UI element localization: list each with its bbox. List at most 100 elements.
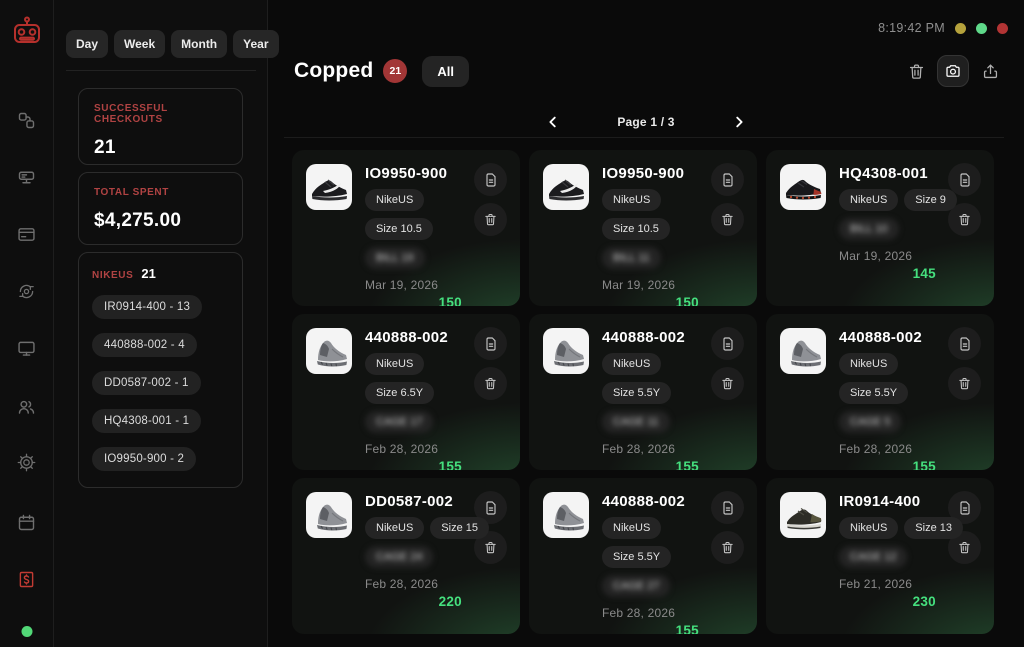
detail-tag: Size 13 (904, 517, 963, 539)
monitor-icon (16, 338, 37, 359)
order-details-button[interactable] (474, 163, 507, 196)
profile-tag: BILL 11 (602, 247, 661, 269)
screenshot-button[interactable] (937, 55, 969, 87)
product-sku: 440888-002 (839, 329, 942, 346)
profile-tag: CAGE 12 (839, 546, 907, 568)
profile-tag: CAGE 27 (602, 575, 670, 597)
sidebar-item-workflows[interactable] (10, 103, 44, 137)
tag-rows: NikeUS Size 5.5Y CAGE 27 (602, 517, 705, 597)
robot-logo-icon[interactable] (6, 12, 48, 54)
trash-icon (720, 212, 735, 227)
sidebar-item-calendar[interactable] (10, 505, 44, 539)
order-details-button[interactable] (948, 327, 981, 360)
checkout-price: 150 (365, 295, 468, 306)
pagination: Page 1 / 3 (268, 110, 1024, 134)
trash-icon (720, 540, 735, 555)
shoe-artwork (783, 495, 823, 535)
receipt-dollar-icon (16, 569, 37, 590)
tag-rows: NikeUSSize 10.5BILL 19 (365, 189, 468, 269)
delete-checkout-button[interactable] (474, 367, 507, 400)
product-image (780, 164, 826, 210)
product-sku: HQ4308-001 (839, 165, 942, 182)
checkout-date: Mar 19, 2026 (365, 278, 468, 292)
order-details-button[interactable] (711, 491, 744, 524)
shoe-artwork (309, 495, 349, 535)
document-icon (957, 172, 973, 188)
card-actions (474, 163, 507, 236)
profile-tag: CAGE 17 (365, 411, 433, 433)
status-dot-red (997, 23, 1008, 34)
card-body: HQ4308-001 NikeUSSize 9BILL 10 Mar 19, 2… (839, 165, 942, 281)
tag-row: CAGE 12 (839, 546, 942, 568)
order-details-button[interactable] (474, 327, 507, 360)
export-button[interactable] (974, 55, 1006, 87)
server-icon (16, 167, 37, 188)
sidebar-item-proxies[interactable] (10, 160, 44, 194)
range-button-week[interactable]: Week (114, 30, 165, 58)
tag-row: Size 5.5Y (602, 546, 705, 568)
card-actions (474, 327, 507, 400)
status-dot-yellow (955, 23, 966, 34)
sku-count-pill[interactable]: IO9950-900 - 2 (92, 447, 196, 471)
order-details-button[interactable] (711, 327, 744, 360)
tag-row: NikeUS (602, 353, 705, 375)
checkout-card: IO9950-900 NikeUSSize 10.5BILL 19 Mar 19… (292, 150, 520, 306)
sidebar-item-checkouts[interactable] (10, 562, 44, 596)
checkout-price: 220 (365, 594, 468, 609)
range-row: DayWeekMonthYear (66, 30, 279, 58)
delete-checkout-button[interactable] (948, 367, 981, 400)
range-button-year[interactable]: Year (233, 30, 278, 58)
sku-count-pill[interactable]: DD0587-002 - 1 (92, 371, 201, 395)
checkout-card: 440888-002 NikeUSSize 6.5YCAGE 17 Feb 28… (292, 314, 520, 470)
sidebar-item-accounts[interactable] (10, 389, 44, 423)
sidebar-item-automation[interactable] (10, 274, 44, 308)
detail-tag: Size 10.5 (602, 218, 670, 240)
tag-row: NikeUS (365, 189, 468, 211)
document-icon (720, 172, 736, 188)
product-image (543, 492, 589, 538)
delete-checkout-button[interactable] (711, 531, 744, 564)
checkout-card: DD0587-002 NikeUSSize 15CAGE 24 Feb 28, … (292, 478, 520, 634)
calendar-icon (16, 512, 37, 533)
next-page-button[interactable] (727, 110, 751, 134)
range-button-month[interactable]: Month (171, 30, 227, 58)
detail-tag: NikeUS (839, 189, 898, 211)
product-image (306, 492, 352, 538)
document-icon (720, 500, 736, 516)
checkout-date: Feb 28, 2026 (365, 577, 468, 591)
filter-all-button[interactable]: All (422, 56, 469, 87)
checkout-card: IO9950-900 NikeUSSize 10.5BILL 11 Mar 19… (529, 150, 757, 306)
upload-icon (981, 62, 1000, 81)
delete-checkout-button[interactable] (711, 367, 744, 400)
sidebar-item-billing[interactable] (10, 217, 44, 251)
checkout-card: HQ4308-001 NikeUSSize 9BILL 10 Mar 19, 2… (766, 150, 994, 306)
delete-checkout-button[interactable] (711, 203, 744, 236)
product-image (780, 328, 826, 374)
sku-count-pill[interactable]: 440888-002 - 4 (92, 333, 197, 357)
range-button-day[interactable]: Day (66, 30, 108, 58)
panel-divider (66, 70, 256, 71)
page-indicator: Page 1 / 3 (617, 115, 674, 129)
order-details-button[interactable] (711, 163, 744, 196)
detail-tag: NikeUS (365, 517, 424, 539)
tag-rows: NikeUS Size 10.5 BILL 11 (602, 189, 705, 269)
card-actions (711, 327, 744, 400)
detail-tag: NikeUS (602, 517, 661, 539)
tag-row: NikeUSSize 13 (839, 517, 942, 539)
shoe-artwork (783, 331, 823, 371)
tag-row: BILL 11 (602, 247, 705, 269)
sku-count-pill[interactable]: HQ4308-001 - 1 (92, 409, 201, 433)
card-body: 440888-002 NikeUSSize 5.5YCAGE 11 Feb 28… (602, 329, 705, 470)
tag-row: NikeUS (602, 517, 705, 539)
product-image (543, 164, 589, 210)
tag-row: Size 10.5 (365, 218, 468, 240)
previous-page-button[interactable] (541, 110, 565, 134)
checkout-date: Feb 21, 2026 (839, 577, 942, 591)
delete-all-button[interactable] (900, 55, 932, 87)
sidebar-item-settings[interactable] (10, 445, 44, 479)
sku-count-pill[interactable]: IR0914-400 - 13 (92, 295, 202, 319)
sidebar-item-monitors[interactable] (10, 331, 44, 365)
product-sku: IO9950-900 (602, 165, 705, 182)
delete-checkout-button[interactable] (474, 203, 507, 236)
detail-tag: NikeUS (602, 189, 661, 211)
